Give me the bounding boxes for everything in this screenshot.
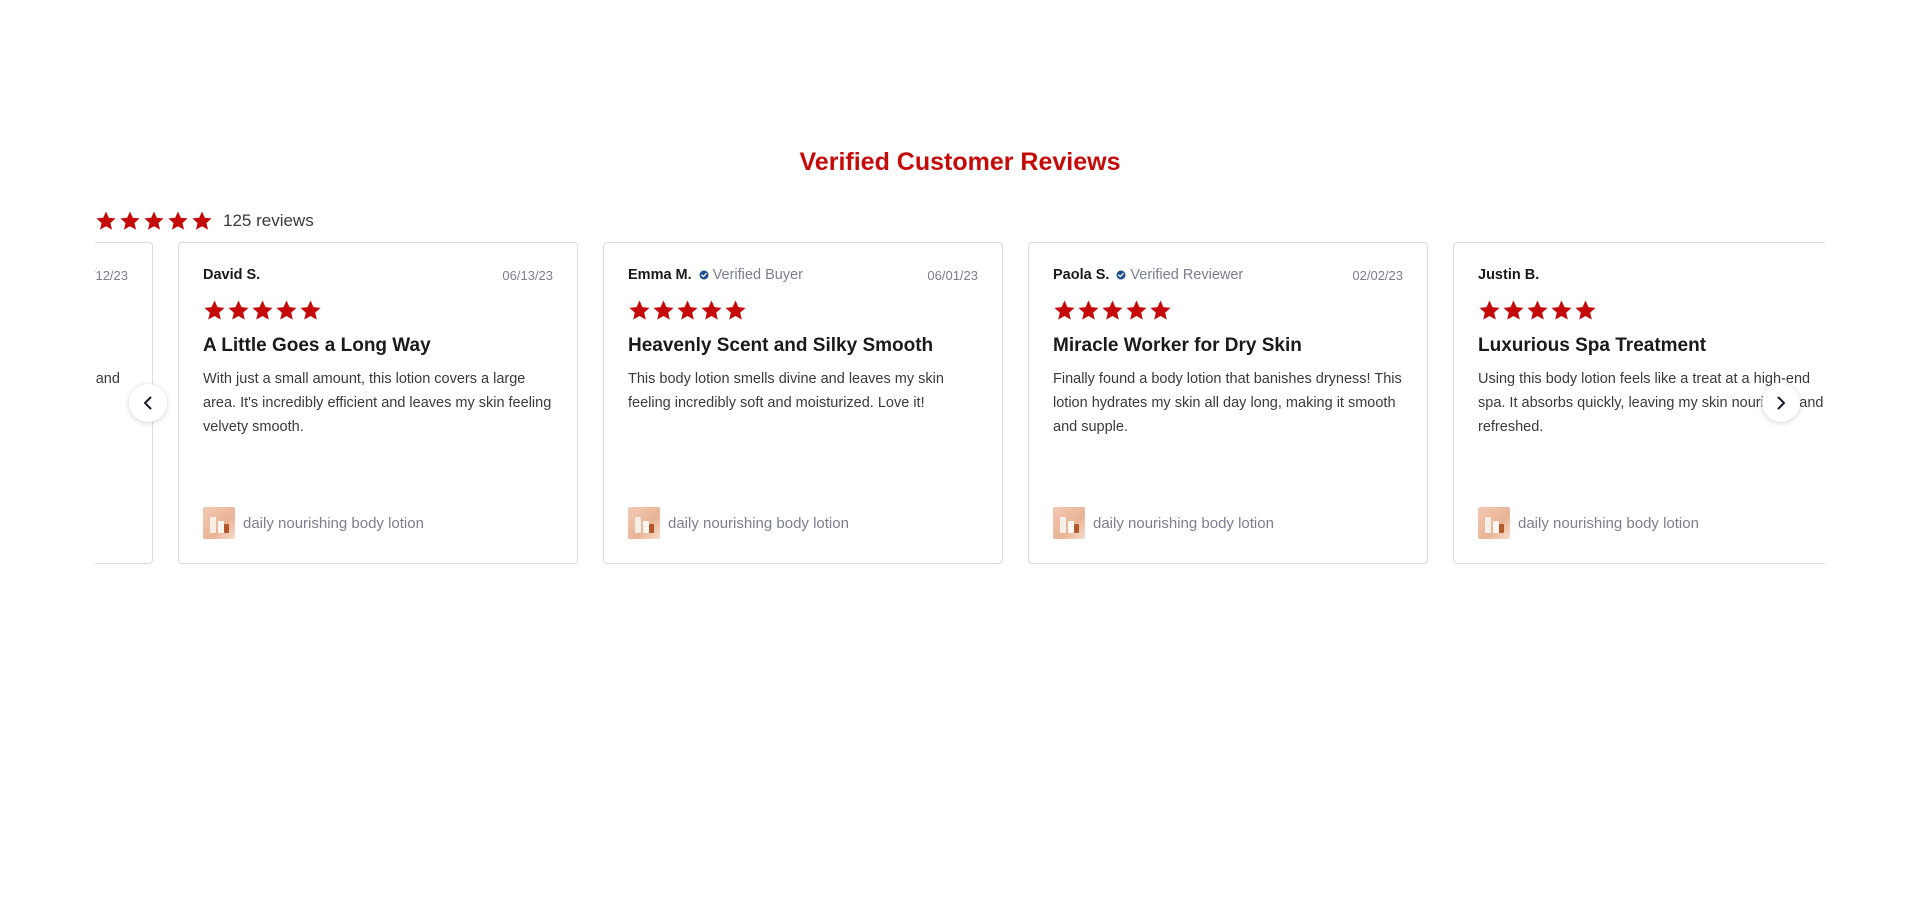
reviewer-name: Paola S. <box>1053 267 1110 283</box>
review-product[interactable]: daily nourishing body lotion <box>1478 507 1699 539</box>
review-stars <box>95 299 128 325</box>
review-date: 04/12/23 <box>95 267 128 283</box>
review-header: Paola S. Verified Reviewer 02/02/23 <box>1053 265 1403 285</box>
star-icon <box>203 299 226 322</box>
review-title: Luxurious Spa Treatment <box>1478 335 1707 356</box>
review-card: Paola S. Verified Reviewer 02/02/23 Miracle… <box>1028 242 1428 564</box>
product-thumbnail <box>1053 507 1085 539</box>
reviewer: Emma M. Verified Buyer <box>628 267 803 283</box>
review-product[interactable]: daily nourishing body lotion <box>1053 507 1274 539</box>
review-card: Emma M. Verified Buyer 06/01/23 Heavenly Sc… <box>603 242 1003 564</box>
product-name: daily nourishing body lotion <box>668 514 849 532</box>
star-icon <box>628 299 651 322</box>
review-count[interactable]: 125 reviews <box>223 211 314 231</box>
star-icon <box>1101 299 1124 322</box>
star-icon <box>251 299 274 322</box>
reviews-track: er04/12/23 Magic os in seconds, so I can g… <box>95 242 1825 566</box>
review-body: os in seconds, so I can get a time ever … <box>95 371 120 387</box>
star-icon <box>275 299 298 322</box>
product-thumbnail <box>203 507 235 539</box>
reviewer-name: David S. <box>203 267 261 283</box>
star-icon <box>299 299 322 322</box>
star-icon <box>227 299 250 322</box>
review-product[interactable]: daily nourishing body lotion <box>203 507 424 539</box>
reviewer-name: Emma M. <box>628 267 692 283</box>
star-icon <box>1478 299 1501 322</box>
star-icon <box>1149 299 1172 322</box>
section-title: Verified Customer Reviews <box>799 148 1121 176</box>
review-title: Miracle Worker for Dry Skin <box>1053 335 1302 356</box>
review-title: A Little Goes a Long Way <box>203 335 431 356</box>
product-name: daily nourishing body lotion <box>1093 514 1274 532</box>
verified-check-icon <box>699 270 709 280</box>
verified-label: Verified Buyer <box>712 267 803 283</box>
star-icon <box>1574 299 1597 322</box>
review-stars <box>203 299 553 325</box>
summary-stars <box>95 210 213 232</box>
star-icon <box>1502 299 1525 322</box>
review-title: Magic <box>95 335 126 357</box>
verified-check-icon <box>1116 270 1126 280</box>
reviewer: Justin B. <box>1478 267 1539 283</box>
star-icon <box>700 299 723 322</box>
star-icon <box>143 210 165 232</box>
reviewer-name: Justin B. <box>1478 267 1540 283</box>
verified-label: Verified Reviewer <box>1130 267 1244 283</box>
review-stars <box>628 299 978 325</box>
review-header: Emma M. Verified Buyer 06/01/23 <box>628 265 978 285</box>
review-product[interactable]: daily nourishing body lotion <box>628 507 849 539</box>
review-date: 02/02/23 <box>1352 267 1403 283</box>
review-header: David S. 06/13/23 <box>203 265 553 285</box>
review-date: 06/01/23 <box>927 267 978 283</box>
reviewer: David S. <box>203 267 260 283</box>
star-icon <box>191 210 213 232</box>
review-date: 06/13/23 <box>502 267 553 283</box>
star-icon <box>1053 299 1076 322</box>
reviews-carousel: er04/12/23 Magic os in seconds, so I can g… <box>95 242 1825 566</box>
carousel-prev-button[interactable] <box>129 384 167 422</box>
reviewer: Paola S. Verified Reviewer <box>1053 267 1243 283</box>
star-icon <box>1125 299 1148 322</box>
review-stars <box>1478 299 1825 325</box>
star-icon <box>95 210 117 232</box>
star-icon <box>167 210 189 232</box>
star-icon <box>676 299 699 322</box>
chevron-left-icon <box>140 395 156 411</box>
carousel-next-button[interactable] <box>1762 384 1800 422</box>
review-body: With just a small amount, this lotion co… <box>203 371 552 435</box>
review-header: er04/12/23 <box>95 265 128 285</box>
review-title: Heavenly Scent and Silky Smooth <box>628 335 934 356</box>
star-icon <box>1526 299 1549 322</box>
star-icon <box>1077 299 1100 322</box>
review-stars <box>1053 299 1403 325</box>
review-body: Finally found a body lotion that banishe… <box>1053 371 1402 435</box>
rating-summary: 125 reviews <box>95 206 314 236</box>
product-thumbnail <box>1478 507 1510 539</box>
product-name: daily nourishing body lotion <box>1518 514 1699 532</box>
review-card: David S. 06/13/23 A Little Goes a Long Way… <box>178 242 578 564</box>
star-icon <box>1550 299 1573 322</box>
review-body: This body lotion smells divine and leave… <box>628 371 944 411</box>
star-icon <box>119 210 141 232</box>
star-icon <box>652 299 675 322</box>
review-header: Justin B. <box>1478 265 1825 285</box>
chevron-right-icon <box>1773 395 1789 411</box>
product-name: daily nourishing body lotion <box>243 514 424 532</box>
product-thumbnail <box>628 507 660 539</box>
star-icon <box>724 299 747 322</box>
